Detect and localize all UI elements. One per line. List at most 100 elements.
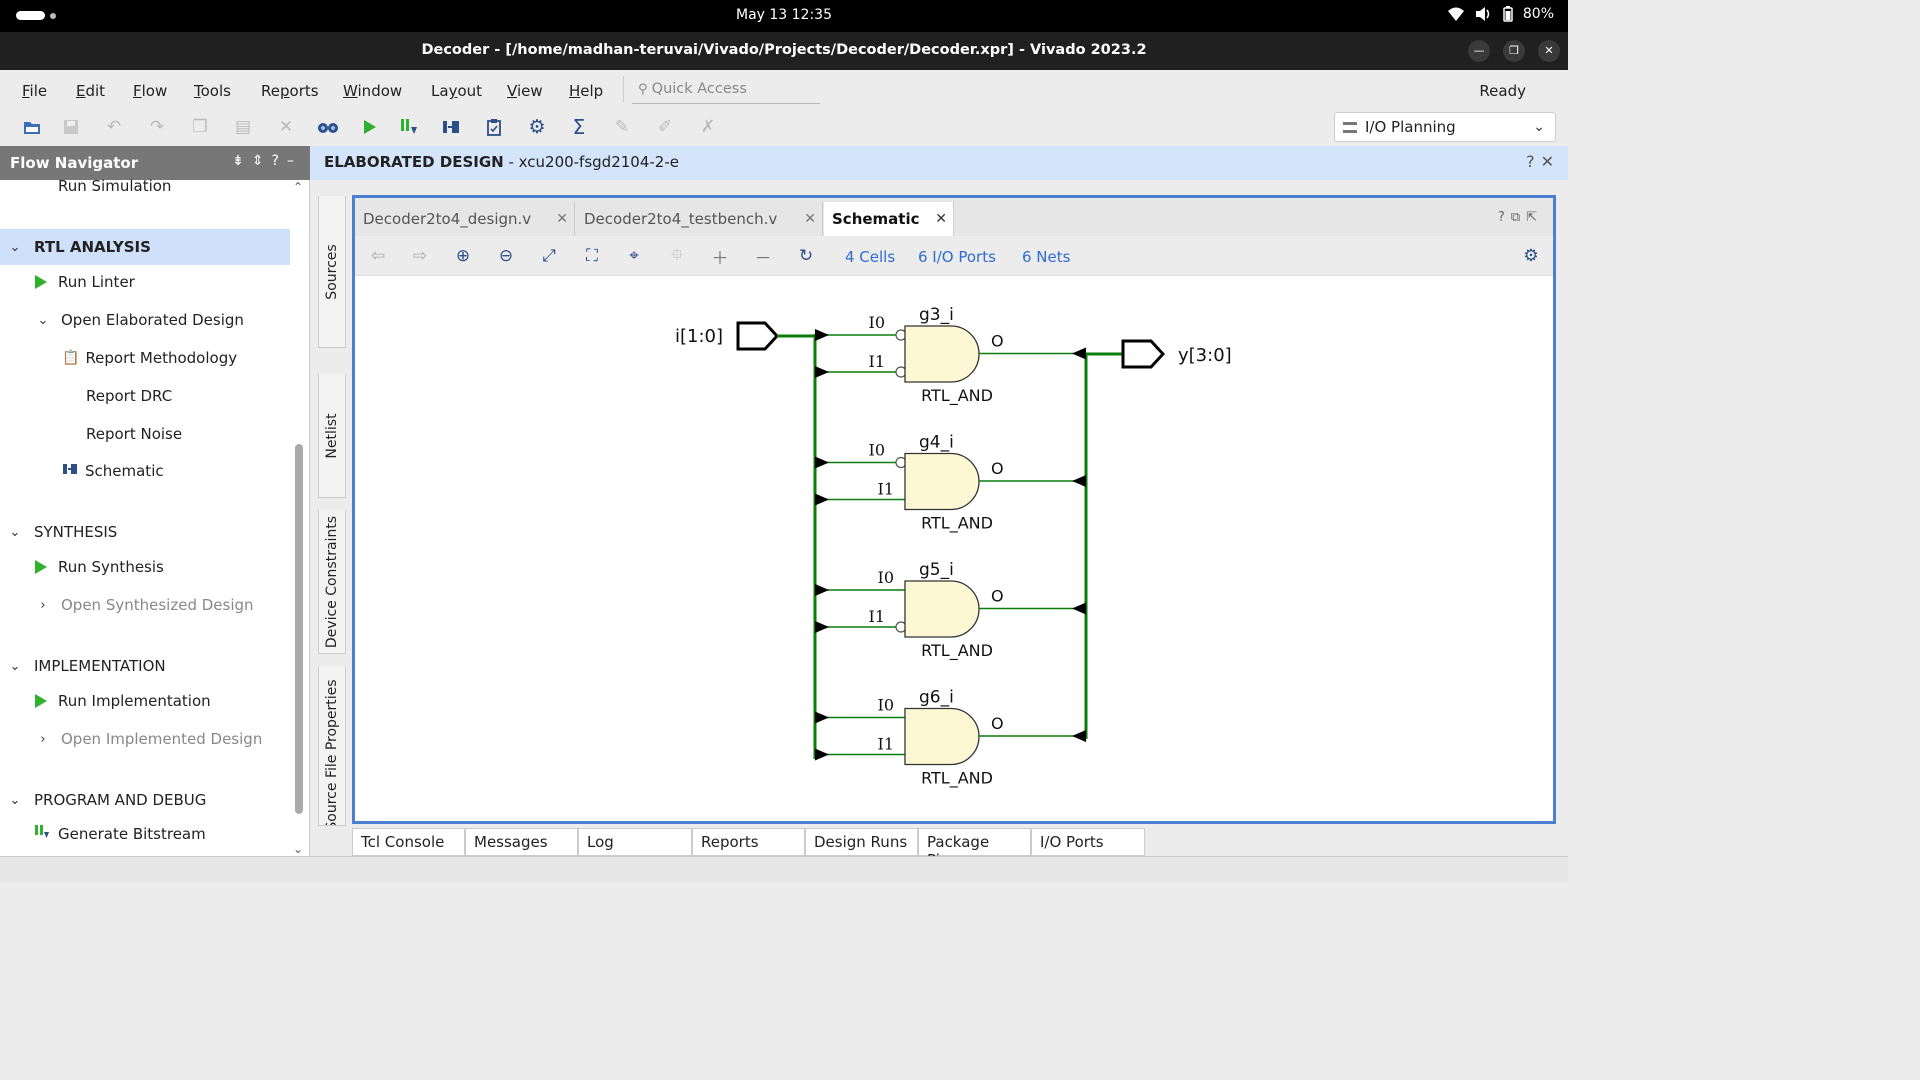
system-clock[interactable]: May 13 12:35 <box>0 7 1568 23</box>
zoom-in-icon[interactable]: ⊕ <box>452 245 474 267</box>
navigator-scrollbar[interactable]: ⌃ ⌄ <box>292 180 306 856</box>
nav-section-program-and-debug[interactable]: ⌄ PROGRAM AND DEBUG <box>0 782 290 818</box>
bottom-tab-reports[interactable]: Reports <box>692 828 805 856</box>
report-icon[interactable] <box>484 117 504 137</box>
nav-item-schematic[interactable]: Schematic <box>0 453 290 489</box>
bottom-tab-log[interactable]: Log <box>578 828 692 856</box>
nav-item-run-implementation[interactable]: Run Implementation <box>0 683 290 719</box>
nav-item-report-drc[interactable]: Report DRC <box>0 378 290 414</box>
expand-icon[interactable]: ＋ <box>709 245 731 269</box>
nav-section-implementation[interactable]: ⌄ IMPLEMENTATION <box>0 648 290 684</box>
io-ports-link[interactable]: 6 I/O Ports <box>918 248 996 266</box>
nav-item-run-simulation[interactable]: Run Simulation <box>0 176 290 196</box>
bottom-tab-package-pins[interactable]: Package Pins <box>918 828 1031 869</box>
menu-layout[interactable]: Layout <box>431 82 482 100</box>
open-project-icon[interactable] <box>22 117 42 137</box>
close-icon[interactable]: ✕ <box>804 211 816 227</box>
back-icon[interactable]: ⇦ <box>367 245 389 267</box>
menu-flow[interactable]: Flow <box>133 82 167 100</box>
delete-icon[interactable]: ✕ <box>276 117 296 137</box>
nav-item-open-implemented-design[interactable]: › Open Implemented Design <box>0 721 290 757</box>
generate-bitstream-icon[interactable] <box>399 117 419 137</box>
gate-instance-name: g6_i <box>919 688 954 708</box>
schematic-drawing[interactable]: i[1:0] y[3:0] g3_i I0 I1 O RTL_AND g4_i I0 I1 O RTL… <box>355 276 1553 821</box>
schematic-canvas[interactable]: i[1:0] y[3:0] g3_i I0 I1 O RTL_AND g4_i I0 I1 O RTL… <box>355 276 1553 821</box>
disabled-tool-icon-2[interactable]: ✐ <box>655 117 675 137</box>
tab-decoder2to4-testbench[interactable]: Decoder2to4_testbench.v ✕ <box>576 202 823 236</box>
collapse-icon[interactable]: － <box>752 245 774 269</box>
layout-select[interactable]: I/O Planning ⌄ <box>1334 112 1556 142</box>
scroll-down-icon[interactable]: ⌄ <box>293 842 303 856</box>
gate-pin-label-o: O <box>991 459 1004 478</box>
run-icon[interactable] <box>359 117 379 137</box>
chip-icon[interactable]: ⯐ <box>666 245 688 267</box>
nav-item-open-elaborated-design[interactable]: ⌄ Open Elaborated Design <box>0 302 290 338</box>
bottom-tab-design-runs[interactable]: Design Runs <box>805 828 918 856</box>
bottom-tab-messages[interactable]: Messages <box>465 828 578 856</box>
tab-schematic[interactable]: Schematic ✕ <box>824 202 954 236</box>
refresh-icon[interactable]: ↻ <box>795 245 817 267</box>
fit-icon[interactable]: ⤢ <box>538 245 560 267</box>
menu-help[interactable]: Help <box>569 82 603 100</box>
nav-item-generate-bitstream[interactable]: Generate Bitstream <box>0 816 290 852</box>
menu-view[interactable]: View <box>507 82 543 100</box>
search-icon: ⚲ <box>638 82 652 97</box>
menu-tools[interactable]: Tools <box>194 82 231 100</box>
tab-bar-controls[interactable]: ?⧉⇱ <box>1498 210 1543 225</box>
panel-controls[interactable]: ⇟⇕?– <box>232 153 302 169</box>
close-icon[interactable]: ✕ <box>935 211 947 227</box>
nav-section-synthesis[interactable]: ⌄ SYNTHESIS <box>0 514 290 550</box>
menu-bar: File Edit Flow Tools Reports Window Layo… <box>0 70 1568 108</box>
menu-reports[interactable]: Reports <box>261 82 319 100</box>
quick-access-input[interactable]: ⚲ Quick Access <box>632 78 820 104</box>
sigma-icon[interactable]: Σ <box>569 115 589 139</box>
input-port-symbol <box>736 321 780 351</box>
and-gate-symbol <box>904 707 980 766</box>
header-controls[interactable]: ?✕ <box>1526 152 1560 171</box>
nav-item-report-methodology[interactable]: 📋 Report Methodology <box>0 340 290 376</box>
paste-icon[interactable]: ▤ <box>233 117 253 137</box>
nav-item-run-linter[interactable]: Run Linter <box>0 264 290 300</box>
forward-icon[interactable]: ⇨ <box>409 245 431 267</box>
disabled-tool-icon[interactable]: ✎ <box>612 117 632 137</box>
settings-icon[interactable]: ⚙ <box>527 116 547 138</box>
nav-item-open-synthesized-design[interactable]: › Open Synthesized Design <box>0 587 290 623</box>
copy-icon[interactable]: ❐ <box>190 117 210 137</box>
menu-file[interactable]: File <box>22 82 47 100</box>
volume-icon <box>1475 7 1490 21</box>
settings-icon[interactable]: ⚙ <box>1520 245 1542 267</box>
close-icon[interactable]: ✕ <box>556 211 568 227</box>
zoom-out-icon[interactable]: ⊖ <box>495 245 517 267</box>
gate-type-label: RTL_AND <box>921 514 993 534</box>
side-tab-netlist[interactable]: Netlist <box>318 374 346 498</box>
scroll-up-icon[interactable]: ⌃ <box>293 180 303 194</box>
redo-icon[interactable]: ↷ <box>147 117 167 137</box>
side-tab-source-file-properties[interactable]: Source File Properties <box>318 666 346 826</box>
maximize-button[interactable]: ❐ <box>1503 40 1525 62</box>
zoom-selection-icon[interactable]: ⛶ <box>581 245 603 267</box>
menu-edit[interactable]: Edit <box>76 82 105 100</box>
scrollbar-thumb[interactable] <box>295 444 303 814</box>
minimize-button[interactable]: — <box>1468 40 1490 62</box>
undo-icon[interactable]: ↶ <box>104 117 124 137</box>
chevron-down-icon: ⌄ <box>9 239 21 255</box>
system-tray[interactable]: 80% <box>1447 6 1554 22</box>
nav-section-rtl-analysis[interactable]: ⌄ RTL ANALYSIS <box>0 229 290 265</box>
binoculars-icon[interactable] <box>318 117 338 137</box>
side-tab-sources[interactable]: Sources <box>318 196 346 348</box>
bottom-tab-io-ports[interactable]: I/O Ports <box>1031 828 1145 856</box>
nets-link[interactable]: 6 Nets <box>1022 248 1070 266</box>
menu-window[interactable]: Window <box>343 82 402 100</box>
tab-decoder2to4-design[interactable]: Decoder2to4_design.v ✕ <box>355 202 575 236</box>
bus-merge-arrow <box>1072 730 1086 742</box>
schematic-icon[interactable] <box>441 117 461 137</box>
nav-item-report-noise[interactable]: Report Noise <box>0 416 290 452</box>
disabled-tool-icon-3[interactable]: ✗ <box>698 117 718 137</box>
bottom-tab-tcl-console[interactable]: Tcl Console <box>352 828 465 856</box>
side-tab-device-constraints[interactable]: Device Constraints <box>318 510 346 654</box>
cells-link[interactable]: 4 Cells <box>845 248 895 266</box>
close-window-button[interactable]: ✕ <box>1538 40 1560 62</box>
save-icon[interactable] <box>61 117 81 137</box>
nav-item-run-synthesis[interactable]: Run Synthesis <box>0 549 290 585</box>
crosshair-icon[interactable]: ⌖ <box>623 245 645 267</box>
